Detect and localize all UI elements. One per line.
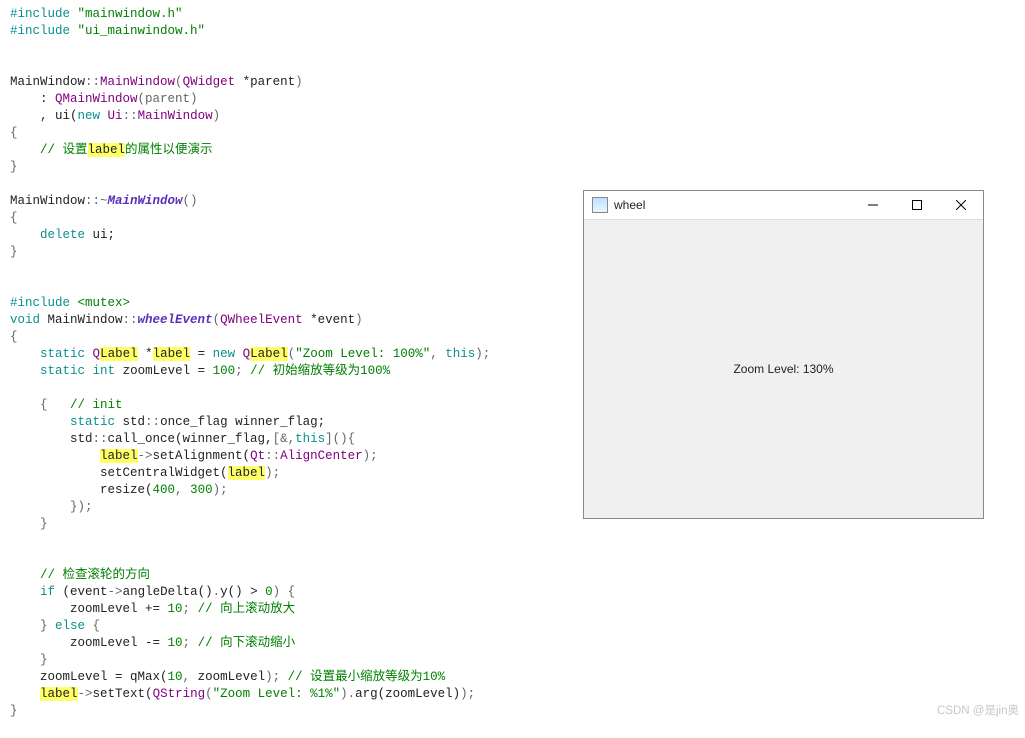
code-line[interactable]: {: [10, 210, 595, 227]
code-line[interactable]: [10, 533, 595, 550]
code-line[interactable]: }: [10, 703, 595, 720]
code-line[interactable]: resize(400, 300);: [10, 482, 595, 499]
watermark-text: CSDN @是jin奥: [937, 703, 1019, 720]
code-line[interactable]: static int zoomLevel = 100; // 初始缩放等级为10…: [10, 363, 595, 380]
code-line[interactable]: label->setText(QString("Zoom Level: %1%"…: [10, 686, 595, 703]
code-line[interactable]: // 设置label的属性以便演示: [10, 142, 595, 159]
code-line[interactable]: zoomLevel -= 10; // 向下滚动缩小: [10, 635, 595, 652]
code-line[interactable]: [10, 261, 595, 278]
code-line[interactable]: label->setAlignment(Qt::AlignCenter);: [10, 448, 595, 465]
code-line[interactable]: }: [10, 516, 595, 533]
code-line[interactable]: {: [10, 125, 595, 142]
code-line[interactable]: [10, 278, 595, 295]
code-line[interactable]: #include <mutex>: [10, 295, 595, 312]
code-line[interactable]: // 检查滚轮的方向: [10, 567, 595, 584]
code-line[interactable]: [10, 57, 595, 74]
code-line[interactable]: } else {: [10, 618, 595, 635]
code-line[interactable]: #include "ui_mainwindow.h": [10, 23, 595, 40]
code-line[interactable]: [10, 550, 595, 567]
code-line[interactable]: static std::once_flag winner_flag;: [10, 414, 595, 431]
code-line[interactable]: zoomLevel = qMax(10, zoomLevel); // 设置最小…: [10, 669, 595, 686]
window-title: wheel: [614, 197, 851, 214]
close-button[interactable]: [939, 191, 983, 219]
code-line[interactable]: void MainWindow::wheelEvent(QWheelEvent …: [10, 312, 595, 329]
app-window: wheel Zoom Level: 130%: [583, 190, 984, 519]
code-line[interactable]: MainWindow::MainWindow(QWidget *parent): [10, 74, 595, 91]
code-line[interactable]: }: [10, 652, 595, 669]
code-line[interactable]: });: [10, 499, 595, 516]
maximize-button[interactable]: [895, 191, 939, 219]
code-line[interactable]: }: [10, 159, 595, 176]
code-editor[interactable]: #include "mainwindow.h"#include "ui_main…: [0, 0, 603, 738]
code-line[interactable]: static QLabel *label = new QLabel("Zoom …: [10, 346, 595, 363]
code-line[interactable]: }: [10, 244, 595, 261]
app-icon: [592, 197, 608, 213]
code-line[interactable]: MainWindow::~MainWindow(): [10, 193, 595, 210]
code-line[interactable]: std::call_once(winner_flag,[&,this](){: [10, 431, 595, 448]
window-client-area[interactable]: Zoom Level: 130%: [584, 220, 983, 518]
code-line[interactable]: zoomLevel += 10; // 向上滚动放大: [10, 601, 595, 618]
code-line[interactable]: [10, 176, 595, 193]
code-line[interactable]: if (event->angleDelta().y() > 0) {: [10, 584, 595, 601]
code-line[interactable]: : QMainWindow(parent): [10, 91, 595, 108]
code-line[interactable]: {: [10, 329, 595, 346]
titlebar: wheel: [584, 191, 983, 220]
code-line[interactable]: #include "mainwindow.h": [10, 6, 595, 23]
code-line[interactable]: setCentralWidget(label);: [10, 465, 595, 482]
code-line[interactable]: [10, 40, 595, 57]
window-controls: [851, 191, 983, 219]
code-line[interactable]: { // init: [10, 397, 595, 414]
code-line[interactable]: , ui(new Ui::MainWindow): [10, 108, 595, 125]
code-line[interactable]: delete ui;: [10, 227, 595, 244]
minimize-button[interactable]: [851, 191, 895, 219]
code-line[interactable]: [10, 380, 595, 397]
zoom-label: Zoom Level: 130%: [733, 361, 833, 378]
